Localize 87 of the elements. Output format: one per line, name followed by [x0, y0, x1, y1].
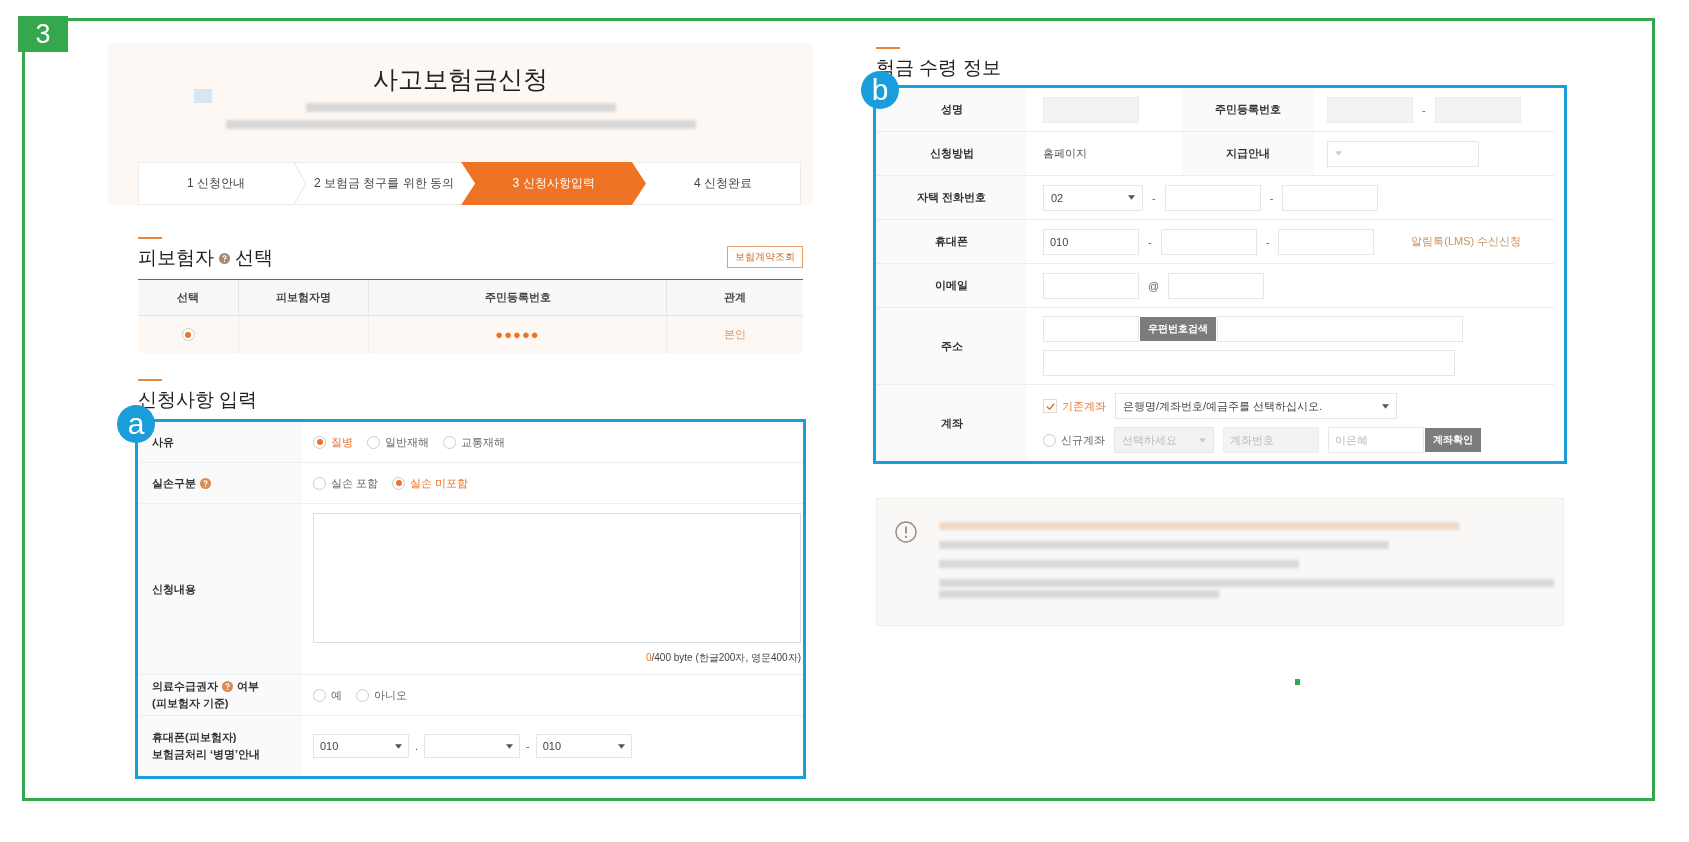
input-field[interactable]: [1164, 184, 1261, 211]
input-field[interactable]: [1282, 184, 1379, 211]
radio-label[interactable]: 실손 포함: [331, 475, 379, 491]
column-header: 선택: [138, 280, 239, 316]
text-area[interactable]: [313, 513, 801, 643]
field-value: 홈페이지: [1043, 146, 1087, 161]
column-header: 피보험자명: [239, 280, 369, 316]
field-label: 휴대폰(피보험자): [152, 730, 237, 745]
field-label: 신청내용: [152, 581, 196, 597]
input-field[interactable]: 010: [1043, 228, 1139, 255]
separator-text: -: [1422, 103, 1426, 116]
action-button[interactable]: 계좌확인: [1425, 428, 1481, 452]
radio-label[interactable]: 신규계좌: [1061, 432, 1105, 448]
logo-icon: [194, 89, 212, 103]
field-label: 계좌: [940, 415, 963, 431]
field-label: 지급안내: [1226, 146, 1270, 161]
lookup-button[interactable]: 보험계약조회: [727, 246, 803, 268]
radio-button[interactable]: [313, 435, 326, 449]
checkbox[interactable]: [1043, 399, 1057, 413]
radio-button[interactable]: [392, 476, 406, 490]
separator-text: .: [415, 740, 419, 752]
separator-text: -: [1269, 191, 1274, 204]
input-field[interactable]: [1168, 272, 1265, 299]
column-header: 주민등록번호: [369, 280, 667, 316]
select-field[interactable]: 은행명/계좌번호/예금주를 선택하십시오.: [1115, 393, 1397, 419]
page-title: 사고보험금신청: [373, 64, 548, 95]
help-icon: [219, 252, 230, 264]
field-label: 신청방법: [929, 146, 974, 161]
radio-label[interactable]: 일반재해: [385, 434, 429, 450]
radio-button[interactable]: [356, 688, 369, 702]
column-header: 관계: [667, 280, 803, 316]
caret-icon: [395, 743, 402, 749]
radio-button[interactable]: [443, 435, 456, 449]
field-label: 주민등록번호: [1215, 102, 1281, 117]
caret-icon: [1199, 437, 1206, 443]
input-field[interactable]: [1160, 228, 1257, 255]
input-field[interactable]: [1278, 228, 1375, 255]
caret-icon: [1128, 195, 1135, 200]
input-field[interactable]: [1043, 350, 1455, 376]
input-field[interactable]: [1217, 316, 1463, 342]
field-label: (피보험자 기준): [152, 696, 230, 711]
select-field[interactable]: [424, 734, 521, 758]
table-cell: ●●●●●: [369, 316, 667, 353]
field-label: 휴대폰: [935, 234, 968, 249]
step-tab[interactable]: 4 신청완료: [645, 163, 800, 204]
caret-icon: [1382, 403, 1389, 409]
warning-icon: [895, 521, 917, 543]
step-tab[interactable]: 1 신청안내: [139, 163, 294, 204]
field-label: 성명: [940, 102, 963, 117]
caret-icon: [1335, 151, 1342, 156]
field-label: 여부: [237, 679, 259, 694]
separator-text: @: [1148, 279, 1160, 292]
table-cell: 본인: [667, 316, 803, 353]
input-field[interactable]: [1043, 272, 1139, 299]
input-field[interactable]: 이은혜: [1328, 427, 1424, 453]
field-label: 자택 전화번호: [916, 190, 987, 205]
step-number-badge: 3: [18, 16, 68, 52]
caret-icon: [617, 743, 625, 749]
separator-text: -: [526, 740, 530, 752]
separator-text: -: [1152, 191, 1156, 204]
radio-button[interactable]: [313, 476, 326, 490]
field-label: 주소: [940, 338, 963, 354]
caret-icon: [506, 743, 514, 749]
select-field[interactable]: 010: [313, 734, 409, 758]
input-field[interactable]: [1043, 316, 1139, 342]
field-label: 보험금처리 ‘병명’안내: [152, 747, 262, 762]
step-tab[interactable]: 2 보험금 청구를 위한 동의: [307, 163, 462, 204]
section-title: 피보험자: [138, 246, 214, 270]
radio-button[interactable]: [181, 328, 195, 341]
radio-label[interactable]: 교통재해: [461, 434, 505, 450]
radio-button[interactable]: [367, 435, 380, 449]
select-field[interactable]: [1327, 140, 1479, 167]
radio-button[interactable]: [313, 688, 326, 702]
radio-label[interactable]: 아니오: [374, 687, 407, 703]
byte-counter: 0/400 byte (한글200자, 영문400자): [645, 651, 801, 665]
field-label: 의료수급권자: [152, 679, 218, 694]
radio-label[interactable]: 예: [331, 687, 342, 703]
field-label: 이메일: [935, 278, 968, 293]
separator-text: -: [1148, 235, 1152, 248]
select-field[interactable]: 02: [1043, 184, 1143, 211]
separator-text: -: [1265, 235, 1270, 248]
section-title: 선택: [235, 246, 273, 270]
field-label: 실손구분: [152, 475, 196, 491]
action-button[interactable]: 우편번호검색: [1140, 317, 1216, 341]
select-field[interactable]: 010: [535, 734, 632, 758]
field-label: 사유: [152, 434, 174, 450]
radio-button[interactable]: [1043, 433, 1056, 447]
